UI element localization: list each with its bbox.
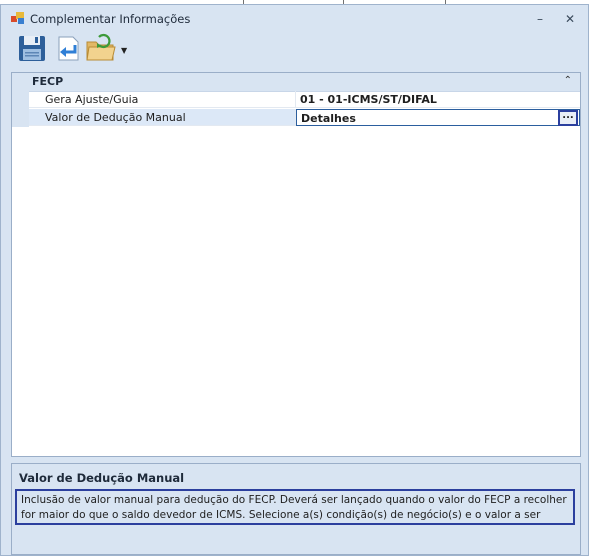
app-icon xyxy=(11,12,24,24)
ellipsis-button[interactable]: ... xyxy=(558,110,578,126)
help-panel: Valor de Dedução Manual Inclusão de valo… xyxy=(11,463,581,555)
minimize-button[interactable]: – xyxy=(529,10,551,28)
property-name: Valor de Dedução Manual xyxy=(29,109,296,126)
dialog-window: Complementar Informações – ✕ ▼ FECP ⌃ Ge… xyxy=(0,4,589,556)
open-folder-button[interactable] xyxy=(85,33,116,65)
save-icon xyxy=(19,36,45,61)
property-row-valor-deducao[interactable]: Valor de Dedução Manual Detalhes ... xyxy=(12,109,580,127)
title-bar[interactable]: Complementar Informações – ✕ xyxy=(1,6,589,32)
help-description: Inclusão de valor manual para dedução do… xyxy=(15,489,575,525)
help-title: Valor de Dedução Manual xyxy=(19,471,185,485)
property-value-text: Detalhes xyxy=(301,112,356,125)
property-grid: FECP ⌃ Gera Ajuste/Guia 01 - 01-ICMS/ST/… xyxy=(11,72,581,457)
window-title: Complementar Informações xyxy=(30,12,191,26)
property-value[interactable]: Detalhes ... xyxy=(296,109,580,126)
toolbar: ▼ xyxy=(5,32,585,66)
property-value[interactable]: 01 - 01-ICMS/ST/DIFAL xyxy=(296,91,580,108)
close-button[interactable]: ✕ xyxy=(559,10,581,28)
property-name: Gera Ajuste/Guia xyxy=(29,91,296,108)
dropdown-arrow-icon[interactable]: ▼ xyxy=(121,46,127,55)
return-button[interactable] xyxy=(53,33,83,65)
folder-open-icon xyxy=(86,33,116,61)
return-icon xyxy=(58,36,79,61)
category-fecp[interactable]: FECP ⌃ xyxy=(12,73,580,92)
property-row-gera-ajuste[interactable]: Gera Ajuste/Guia 01 - 01-ICMS/ST/DIFAL xyxy=(12,91,580,109)
save-button[interactable] xyxy=(17,33,47,65)
row-gutter xyxy=(12,109,29,127)
collapse-icon[interactable]: ⌃ xyxy=(564,75,572,86)
category-label: FECP xyxy=(32,75,64,88)
row-gutter xyxy=(12,91,29,109)
